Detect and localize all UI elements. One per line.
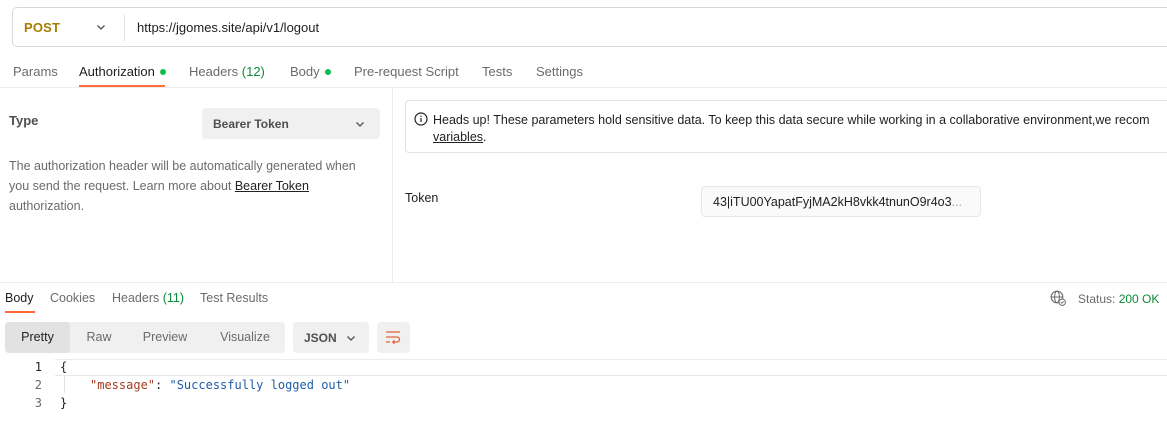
token-text: 43|iTU00YapatFyjMA2kH8vkk4tnunO9r4o3 xyxy=(713,195,952,209)
auth-desc-suffix: authorization. xyxy=(9,199,85,213)
format-value: JSON xyxy=(304,331,337,345)
line-number: 2 xyxy=(34,378,42,392)
panel-divider xyxy=(392,88,393,282)
status-label: Status: xyxy=(1078,292,1116,306)
chevron-down-icon[interactable] xyxy=(96,22,106,32)
view-pretty-button[interactable]: Pretty xyxy=(5,322,70,353)
notice-line-2: variables. xyxy=(433,130,487,144)
url-separator xyxy=(124,15,125,41)
token-ellipsis: ... xyxy=(951,195,962,209)
chevron-down-icon xyxy=(347,336,355,341)
active-line-highlight xyxy=(55,360,1167,376)
token-value: 43|iTU00YapatFyjMA2kH8vkk4tnunO9r4o3... xyxy=(713,195,971,209)
notice-period: . xyxy=(483,130,487,144)
indent-guide xyxy=(64,376,65,393)
response-tab-headers[interactable]: Headers (11) xyxy=(112,291,184,305)
tab-authorization[interactable]: Authorization xyxy=(79,64,166,79)
wrap-lines-icon xyxy=(386,331,401,345)
view-mode-group: Pretty Raw Preview Visualize xyxy=(5,322,285,353)
variables-link[interactable]: variables xyxy=(433,130,483,144)
json-value: "Successfully logged out" xyxy=(169,378,351,392)
tab-label: Tests xyxy=(482,64,513,79)
auth-description: The authorization header will be automat… xyxy=(9,156,374,216)
json-key: "message" xyxy=(90,378,156,392)
response-tab-test-results[interactable]: Test Results xyxy=(200,291,268,305)
sensitive-data-notice: Heads up! These parameters hold sensitiv… xyxy=(405,100,1167,153)
tab-label: Authorization xyxy=(79,64,155,79)
auth-type-value: Bearer Token xyxy=(213,117,289,131)
divider xyxy=(0,87,1167,88)
line-number: 3 xyxy=(34,396,42,410)
tab-headers[interactable]: Headers (12) xyxy=(189,64,265,79)
auth-type-select[interactable]: Bearer Token xyxy=(202,108,380,139)
view-preview-button[interactable]: Preview xyxy=(129,322,201,353)
json-colon: : xyxy=(155,378,170,392)
tab-label: Body xyxy=(290,64,320,79)
tab-label: Pre-request Script xyxy=(354,64,459,79)
tab-settings[interactable]: Settings xyxy=(536,64,583,79)
tab-label: Params xyxy=(13,64,58,79)
format-select[interactable]: JSON xyxy=(293,322,369,353)
view-visualize-button[interactable]: Visualize xyxy=(205,322,285,353)
active-dot xyxy=(159,68,166,75)
active-tab-indicator xyxy=(5,311,35,313)
status-badge[interactable]: 200 OK xyxy=(1119,292,1160,306)
tab-tests[interactable]: Tests xyxy=(482,64,512,79)
headers-count: (11) xyxy=(162,291,185,305)
tab-body[interactable]: Body xyxy=(290,64,331,79)
tab-label: Headers xyxy=(189,64,239,79)
wrap-lines-button[interactable] xyxy=(377,322,410,353)
globe-icon[interactable] xyxy=(1050,290,1066,306)
tab-label: Settings xyxy=(536,64,583,79)
divider xyxy=(0,282,1167,283)
tab-label: Headers xyxy=(112,291,160,305)
method-select[interactable]: POST xyxy=(24,20,60,35)
view-raw-button[interactable]: Raw xyxy=(71,322,127,353)
token-input[interactable]: 43|iTU00YapatFyjMA2kH8vkk4tnunO9r4o3... xyxy=(701,186,981,217)
token-label: Token xyxy=(405,191,439,205)
url-input[interactable]: https://jgomes.site/api/v1/logout xyxy=(137,20,319,35)
headers-count: (12) xyxy=(241,64,265,79)
response-status: Status: 200 OK xyxy=(1078,292,1159,306)
response-tab-body[interactable]: Body xyxy=(5,291,34,305)
url-bar: POST https://jgomes.site/api/v1/logout xyxy=(12,7,1167,47)
chevron-down-icon xyxy=(356,122,364,127)
info-icon xyxy=(414,112,428,126)
response-tab-cookies[interactable]: Cookies xyxy=(50,291,95,305)
code-close-brace: } xyxy=(60,396,68,410)
tab-params[interactable]: Params xyxy=(13,64,58,79)
notice-text: Heads up! These parameters hold sensitiv… xyxy=(433,113,1150,127)
code-open-brace: { xyxy=(60,360,68,374)
tab-pre-request-script[interactable]: Pre-request Script xyxy=(354,64,459,79)
auth-type-label: Type xyxy=(9,113,39,128)
line-number: 1 xyxy=(34,360,42,374)
active-dot xyxy=(324,68,331,75)
code-line-message[interactable]: "message": "Successfully logged out" xyxy=(90,378,350,392)
bearer-token-link[interactable]: Bearer Token xyxy=(235,179,309,193)
